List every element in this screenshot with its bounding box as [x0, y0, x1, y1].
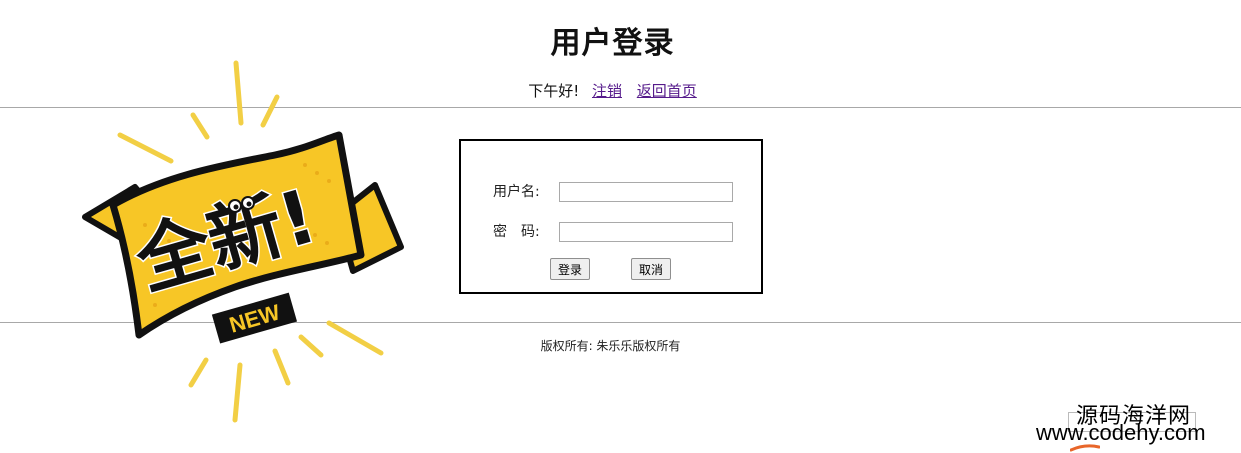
watermark-url: www.codehy.com: [1036, 420, 1206, 445]
password-label: 密 码:: [493, 224, 540, 240]
login-form: 用户名: 密 码: 登录 取消: [459, 139, 763, 294]
login-button[interactable]: 登录: [550, 258, 591, 280]
username-row: 用户名:: [493, 181, 734, 202]
copyright-text: 版权所有: 朱乐乐版权所有: [540, 339, 681, 353]
username-label: 用户名:: [493, 184, 540, 200]
username-input[interactable]: [559, 182, 734, 202]
logout-link[interactable]: 注销: [592, 82, 622, 100]
watermark-swoosh-icon: [1070, 444, 1100, 452]
greeting-text: 下午好!: [528, 82, 580, 100]
cancel-button[interactable]: 取消: [631, 258, 672, 280]
home-link[interactable]: 返回首页: [637, 82, 697, 100]
password-row: 密 码:: [493, 221, 734, 242]
new-sticker-image: 全新! NEW: [82, 60, 404, 423]
password-input[interactable]: [559, 222, 734, 242]
